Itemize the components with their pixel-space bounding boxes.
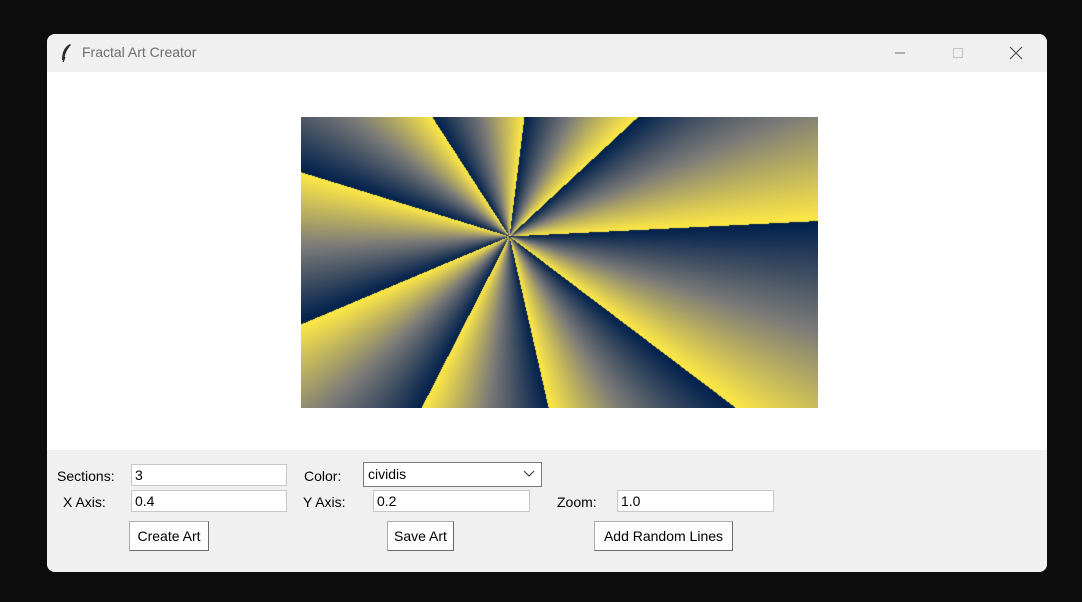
zoom-label: Zoom:: [557, 494, 597, 510]
fractal-art-canvas[interactable]: [301, 117, 818, 408]
canvas-area: [47, 72, 1047, 450]
window-title: Fractal Art Creator: [82, 44, 197, 60]
y-axis-input[interactable]: [373, 490, 530, 512]
x-axis-label: X Axis:: [63, 494, 106, 510]
create-art-button[interactable]: Create Art: [129, 521, 209, 551]
maximize-button[interactable]: [935, 34, 981, 72]
add-random-lines-button[interactable]: Add Random Lines: [594, 521, 733, 551]
controls-panel: Sections: Color: cividis X Axis: Y Axis:…: [47, 450, 1047, 572]
color-label: Color:: [304, 468, 342, 484]
close-button[interactable]: [993, 34, 1039, 72]
zoom-input[interactable]: [617, 490, 774, 512]
save-art-button[interactable]: Save Art: [387, 521, 454, 551]
title-bar[interactable]: Fractal Art Creator: [47, 34, 1047, 72]
minimize-button[interactable]: [877, 34, 923, 72]
sections-label: Sections:: [57, 468, 115, 484]
color-select[interactable]: cividis: [363, 462, 542, 487]
feather-icon: [62, 44, 71, 63]
sections-input[interactable]: [131, 464, 287, 486]
app-window: Fractal Art Creator Sections: Color: civ…: [47, 34, 1047, 572]
x-axis-input[interactable]: [131, 490, 287, 512]
close-icon: [1009, 46, 1023, 60]
color-select-value: cividis: [368, 466, 407, 482]
minimize-icon: [895, 52, 905, 54]
y-axis-label: Y Axis:: [303, 494, 346, 510]
maximize-icon: [953, 48, 963, 58]
chevron-down-icon: [523, 470, 535, 477]
